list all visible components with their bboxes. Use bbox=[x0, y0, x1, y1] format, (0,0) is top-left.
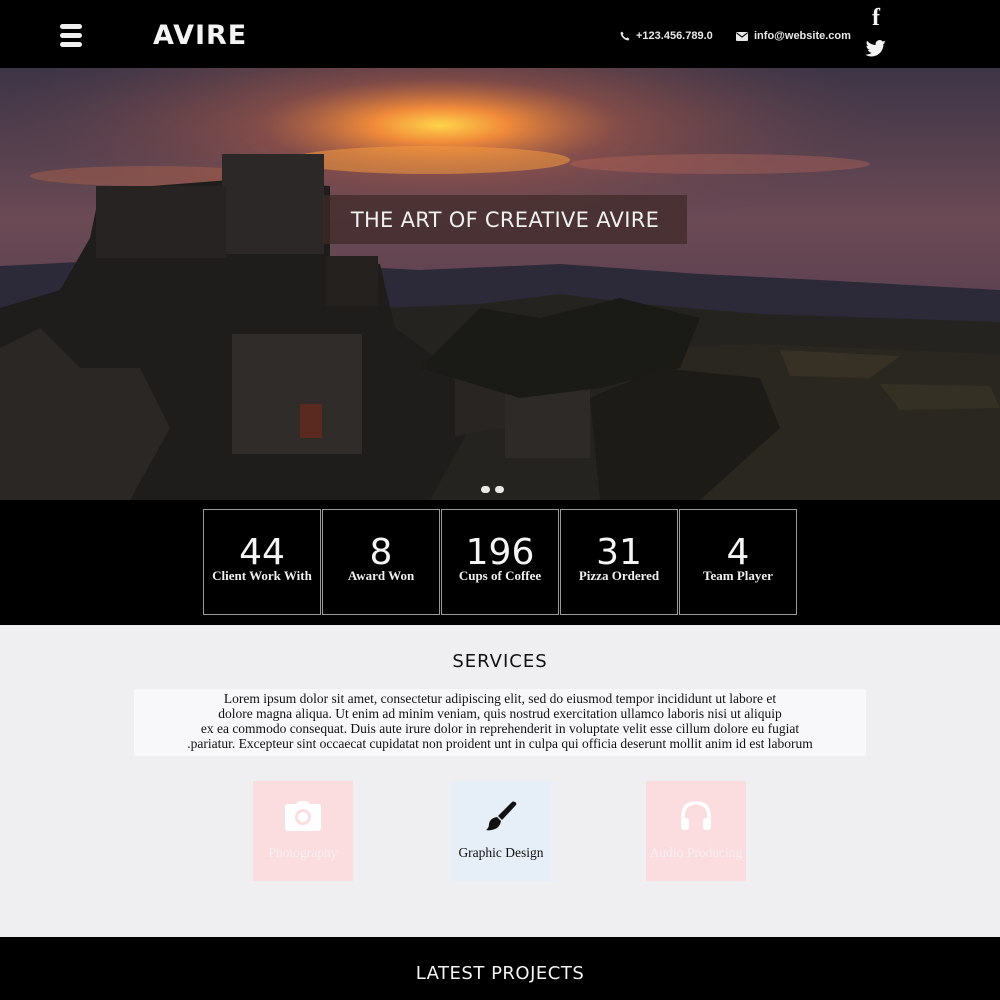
service-audio-producing[interactable]: Audio Producing bbox=[646, 781, 746, 881]
slider-dot-1[interactable] bbox=[481, 486, 490, 493]
stat-clients: 44 Client Work With bbox=[203, 509, 321, 615]
service-label: Photography bbox=[268, 845, 338, 860]
service-label: Audio Producing bbox=[649, 845, 743, 860]
facebook-icon[interactable]: f bbox=[864, 6, 888, 30]
service-graphic-design[interactable]: Graphic Design bbox=[451, 781, 551, 881]
stat-team: 4 Team Player bbox=[679, 509, 797, 615]
camera-icon bbox=[253, 801, 353, 831]
email-address: info@website.com bbox=[754, 30, 851, 42]
slider-pagination bbox=[481, 486, 504, 493]
hamburger-menu-icon[interactable] bbox=[60, 24, 82, 50]
latest-projects-title: LATEST PROJECTS bbox=[415, 963, 585, 984]
slider-dot-2[interactable] bbox=[495, 486, 504, 493]
description-line: .pariatur. Excepteur sint occaecat cupid… bbox=[187, 736, 813, 751]
description-line: dolore magna aliqua. Ut enim ad minim ve… bbox=[218, 706, 782, 721]
stat-value: 8 bbox=[369, 532, 393, 573]
stats-section: 44 Client Work With 8 Award Won 196 Cups… bbox=[0, 500, 1000, 625]
stat-label: Team Player bbox=[703, 568, 773, 583]
stat-value: 196 bbox=[465, 532, 535, 573]
service-photography[interactable]: Photography bbox=[253, 781, 353, 881]
stat-value: 4 bbox=[726, 532, 750, 573]
stat-value: 31 bbox=[596, 532, 642, 573]
stat-label: Client Work With bbox=[212, 568, 312, 583]
service-label: Graphic Design bbox=[458, 845, 544, 860]
description-line: Lorem ipsum dolor sit amet, consectetur … bbox=[223, 691, 777, 706]
services-section: SERVICES Lorem ipsum dolor sit amet, con… bbox=[0, 625, 1000, 937]
stat-awards: 8 Award Won bbox=[322, 509, 440, 615]
stat-value: 44 bbox=[239, 532, 285, 573]
phone-number: +123.456.789.0 bbox=[636, 30, 713, 42]
hero-title: THE ART OF CREATIVE AVIRE bbox=[323, 195, 687, 244]
logo[interactable]: AVIRE bbox=[153, 20, 247, 51]
stat-label: Award Won bbox=[347, 568, 415, 583]
hero-slider: THE ART OF CREATIVE AVIRE bbox=[0, 68, 1000, 500]
latest-projects-section: LATEST PROJECTS bbox=[0, 937, 1000, 1000]
phone-contact[interactable]: +123.456.789.0 bbox=[620, 30, 713, 42]
headphones-icon bbox=[646, 801, 746, 831]
envelope-icon bbox=[736, 31, 748, 41]
site-header: AVIRE +123.456.789.0 info@website.com f bbox=[0, 0, 1000, 68]
hero-image bbox=[0, 68, 1000, 500]
stat-label: Pizza Ordered bbox=[578, 568, 660, 583]
stat-pizza: 31 Pizza Ordered bbox=[560, 509, 678, 615]
stat-label: Cups of Coffee bbox=[458, 568, 542, 583]
services-description: Lorem ipsum dolor sit amet, consectetur … bbox=[134, 689, 866, 756]
services-title: SERVICES bbox=[452, 651, 548, 672]
email-contact[interactable]: info@website.com bbox=[736, 30, 851, 42]
twitter-icon[interactable] bbox=[864, 40, 888, 63]
description-line: ex ea commodo consequat. Duis aute irure… bbox=[200, 721, 800, 736]
stat-coffee: 196 Cups of Coffee bbox=[441, 509, 559, 615]
paintbrush-icon bbox=[451, 801, 551, 833]
phone-icon bbox=[620, 31, 630, 41]
